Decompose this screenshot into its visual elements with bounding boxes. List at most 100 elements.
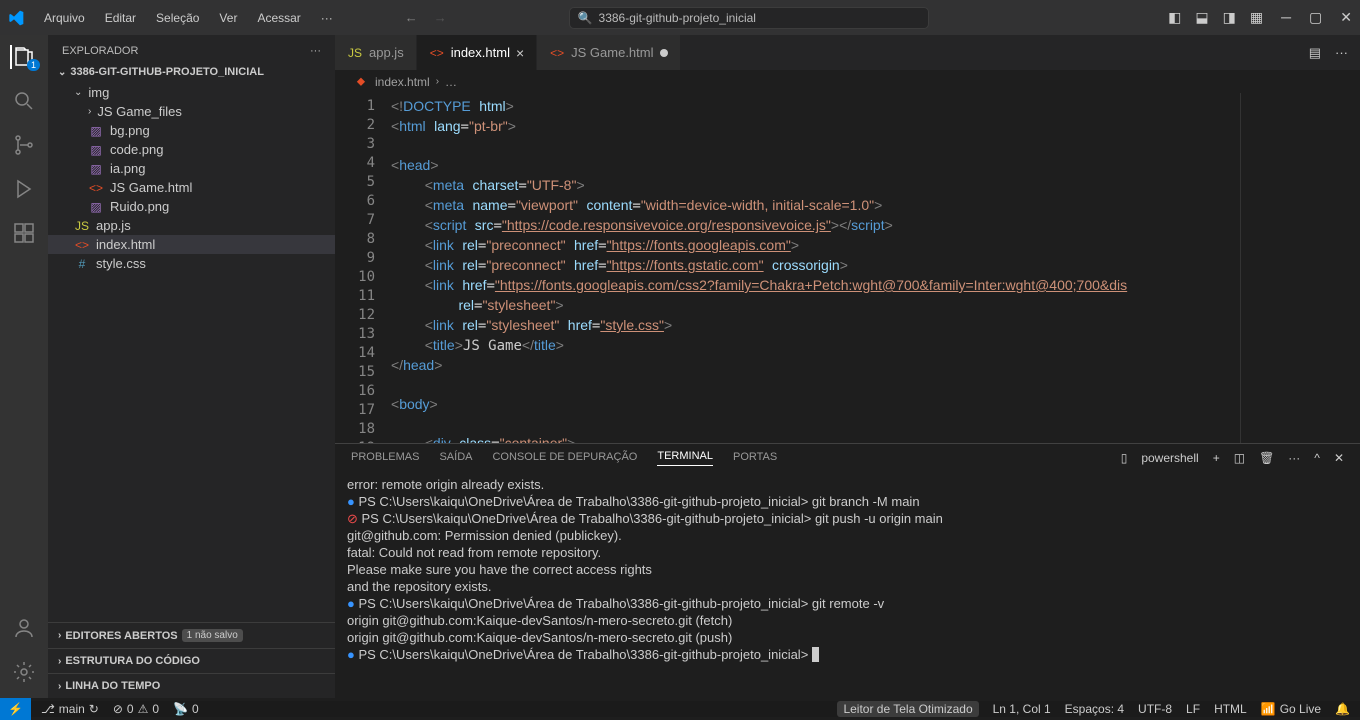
breadcrumb[interactable]: ⬥ index.html › …: [335, 70, 1360, 93]
layout-panel-icon[interactable]: ⬓: [1195, 9, 1208, 26]
explorer-title: EXPLORADOR: [62, 45, 138, 57]
search-label: 3386-git-github-projeto_inicial: [599, 11, 756, 25]
img-file-icon: ▨: [88, 124, 104, 138]
html-file-icon: <>: [429, 46, 445, 60]
tree-item[interactable]: JSapp.js: [48, 216, 335, 235]
tree-item[interactable]: #style.css: [48, 254, 335, 273]
activity-source-control-icon[interactable]: [12, 133, 36, 157]
editor-tabs: JSapp.js<>index.html×<>JS Game.html ▤ ··…: [335, 35, 1360, 70]
project-root-section[interactable]: ⌄ 3386-GIT-GITHUB-PROJETO_INICIAL: [48, 63, 335, 81]
window-close-icon[interactable]: ✕: [1340, 9, 1352, 26]
status-language[interactable]: HTML: [1214, 701, 1247, 717]
tree-item[interactable]: ⌄img: [48, 83, 335, 102]
menu-ver[interactable]: Ver: [211, 7, 245, 29]
git-branch-icon: ⎇: [41, 702, 55, 716]
panel-tab[interactable]: PROBLEMAS: [351, 451, 419, 466]
outline-section[interactable]: › ESTRUTURA DO CÓDIGO: [48, 648, 335, 673]
editors-section[interactable]: › EDITORES ABERTOS 1 não salvo: [48, 622, 335, 648]
bottom-panel: PROBLEMAS SAÍDA CONSOLE DE DEPURAÇÃO TERMIN…: [335, 443, 1360, 698]
img-file-icon: ▨: [88, 162, 104, 176]
panel-tab[interactable]: PORTAS: [733, 451, 777, 466]
panel-close-icon[interactable]: ✕: [1334, 451, 1344, 465]
dirty-indicator-icon: [660, 49, 668, 57]
editor-more-icon[interactable]: ···: [1335, 45, 1348, 60]
window-maximize-icon[interactable]: ▢: [1309, 9, 1322, 26]
tree-item[interactable]: ›JS Game_files: [48, 102, 335, 121]
panel-tab[interactable]: SAÍDA: [439, 451, 472, 466]
remote-indicator-icon[interactable]: ⚡: [0, 698, 31, 720]
window-minimize-icon[interactable]: ─: [1281, 9, 1291, 26]
panel-tab[interactable]: TERMINAL: [657, 450, 713, 466]
status-eol[interactable]: LF: [1186, 701, 1200, 717]
status-screen-reader[interactable]: Leitor de Tela Otimizado: [837, 701, 978, 717]
img-file-icon: ▨: [88, 143, 104, 157]
menu-acessar[interactable]: Acessar: [249, 7, 308, 29]
activity-search-icon[interactable]: [12, 89, 36, 113]
search-icon: 🔍: [578, 11, 593, 25]
status-encoding[interactable]: UTF-8: [1138, 701, 1172, 717]
tree-item[interactable]: ▨Ruido.png: [48, 197, 335, 216]
js-file-icon: JS: [347, 46, 363, 60]
terminal-add-icon[interactable]: +: [1213, 451, 1220, 465]
status-ports[interactable]: 📡0: [173, 702, 199, 716]
editor-tab[interactable]: <>index.html×: [417, 35, 537, 70]
tree-item[interactable]: <>index.html: [48, 235, 335, 254]
editor-tab[interactable]: <>JS Game.html: [537, 35, 680, 70]
status-go-live[interactable]: 📶Go Live: [1261, 701, 1321, 717]
code-editor[interactable]: <!DOCTYPE html> <html lang="pt-br"> <hea…: [391, 93, 1240, 443]
status-problems[interactable]: ⊘0 ⚠0: [113, 702, 159, 716]
status-indentation[interactable]: Espaços: 4: [1065, 701, 1124, 717]
tree-item[interactable]: <>JS Game.html: [48, 178, 335, 197]
tree-item[interactable]: ▨ia.png: [48, 159, 335, 178]
terminal-shell-label[interactable]: powershell: [1141, 451, 1198, 465]
img-file-icon: ▨: [88, 200, 104, 214]
timeline-section[interactable]: › LINHA DO TEMPO: [48, 673, 335, 698]
status-ln-col[interactable]: Ln 1, Col 1: [993, 701, 1051, 717]
line-numbers: 12345678910111213141516171819: [335, 93, 391, 443]
title-bar: Arquivo Editar Seleção Ver Acessar ··· ←…: [0, 0, 1360, 35]
activity-account-icon[interactable]: [12, 616, 36, 640]
menu-arquivo[interactable]: Arquivo: [36, 7, 93, 29]
file-tree: ⌄img›JS Game_files▨bg.png▨code.png▨ia.pn…: [48, 81, 335, 622]
chevron-icon: ›: [88, 106, 91, 117]
antenna-icon: 📡: [173, 702, 188, 716]
layout-sidebar-right-icon[interactable]: ◨: [1223, 9, 1236, 26]
html-file-icon: <>: [74, 238, 90, 252]
chevron-right-icon: ›: [58, 630, 61, 641]
activity-extensions-icon[interactable]: [12, 221, 36, 245]
chevron-right-icon: ›: [58, 681, 61, 692]
editor-tab[interactable]: JSapp.js: [335, 35, 417, 70]
command-center[interactable]: 🔍 3386-git-github-projeto_inicial: [569, 7, 929, 29]
menu-selecao[interactable]: Seleção: [148, 7, 207, 29]
status-branch[interactable]: ⎇main↻: [41, 702, 99, 716]
tree-item[interactable]: ▨bg.png: [48, 121, 335, 140]
layout-sidebar-left-icon[interactable]: ◧: [1168, 9, 1181, 26]
status-notifications-icon[interactable]: 🔔: [1335, 701, 1350, 717]
activity-run-debug-icon[interactable]: [12, 177, 36, 201]
nav-back-icon[interactable]: ←: [405, 10, 418, 25]
html-file-icon: ⬥: [353, 74, 369, 89]
sync-icon: ↻: [89, 702, 99, 716]
nav-forward-icon[interactable]: →: [434, 10, 447, 25]
terminal-split-icon[interactable]: ◫: [1234, 451, 1245, 465]
minimap[interactable]: [1240, 93, 1360, 443]
tab-close-icon[interactable]: ×: [516, 45, 524, 61]
terminal-profile-icon[interactable]: ▯: [1121, 451, 1128, 465]
terminal-output[interactable]: error: remote origin already exists.● PS…: [335, 472, 1360, 698]
panel-tabs: PROBLEMAS SAÍDA CONSOLE DE DEPURAÇÃO TERMIN…: [335, 444, 1360, 472]
explorer-more-icon[interactable]: ···: [310, 45, 321, 57]
editor-split-icon[interactable]: ▤: [1309, 45, 1321, 61]
terminal-kill-icon[interactable]: 🗑: [1259, 451, 1274, 465]
layout-customize-icon[interactable]: ▦: [1250, 9, 1263, 26]
menu-editar[interactable]: Editar: [97, 7, 144, 29]
panel-tab[interactable]: CONSOLE DE DEPURAÇÃO: [492, 451, 637, 466]
menu-more-icon[interactable]: ···: [313, 7, 341, 29]
js-file-icon: JS: [74, 219, 90, 233]
panel-maximize-icon[interactable]: ^: [1314, 451, 1320, 465]
activity-explorer-icon[interactable]: 1: [10, 45, 36, 69]
tree-item[interactable]: ▨code.png: [48, 140, 335, 159]
chevron-icon: ⌄: [74, 87, 82, 98]
warning-icon: ⚠: [138, 702, 149, 716]
terminal-more-icon[interactable]: ···: [1288, 451, 1300, 465]
activity-settings-icon[interactable]: [12, 660, 36, 684]
